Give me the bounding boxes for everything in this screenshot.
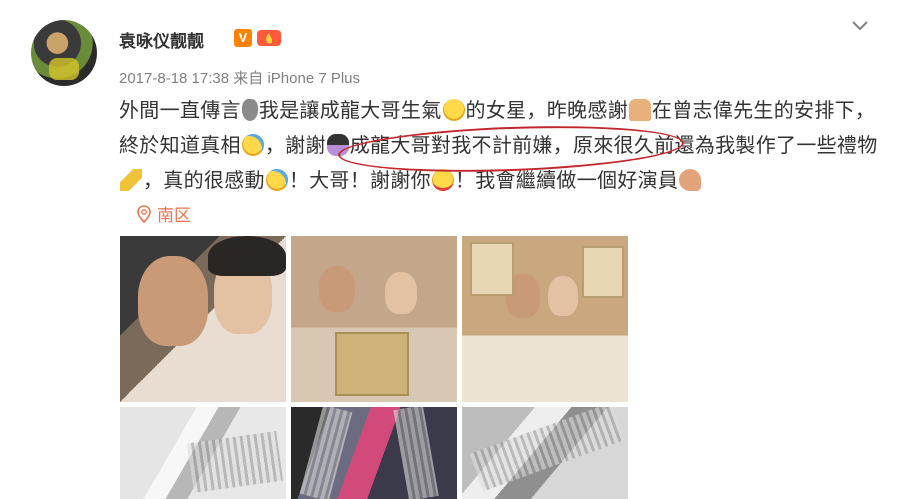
verified-v-icon: V: [234, 29, 252, 47]
speaking-head-icon: [241, 99, 258, 121]
text-segment: 外間一直傳言: [119, 100, 241, 122]
text-segment: 成龍大哥對我不計前嫌，原來很久前還為我製作了一些禮物: [349, 135, 878, 157]
text-segment: ！大哥！謝謝你: [288, 170, 431, 192]
location-pin-icon: [137, 204, 151, 223]
sad-tear-face-icon: [241, 134, 264, 156]
heart-eyes-icon: [431, 169, 454, 191]
princess-icon: [326, 134, 349, 156]
username[interactable]: 袁咏仪靓靓: [119, 27, 204, 52]
chevron-down-icon[interactable]: [850, 18, 870, 34]
sad-tear-face-icon: [265, 169, 288, 191]
photo-6[interactable]: [462, 407, 628, 499]
source-prefix: 来自: [233, 70, 264, 87]
fire-badge-icon: [257, 30, 281, 46]
post-source: iPhone 7 Plus: [267, 70, 361, 87]
photo-5[interactable]: [291, 407, 457, 499]
photo-1[interactable]: [120, 236, 286, 402]
post-meta: 2017-8-18 17:38 来自 iPhone 7 Plus: [119, 67, 360, 88]
folded-hands-icon: [628, 99, 651, 121]
angry-face-icon: [442, 99, 465, 121]
post-text: 外間一直傳言 我是讓成龍大哥生氣 的女星，昨晚感謝 在曾志偉先生的安排下，終於知道真相…: [119, 94, 879, 199]
user-avatar[interactable]: [31, 20, 97, 86]
location-tag[interactable]: 南区: [137, 201, 191, 226]
text-segment: 我是讓成龍大哥生氣: [258, 100, 442, 122]
text-segment: ，謝謝: [264, 135, 326, 157]
photo-2[interactable]: [291, 236, 457, 402]
post-timestamp[interactable]: 2017-8-18 17:38: [119, 70, 229, 87]
photo-3[interactable]: [462, 236, 628, 402]
location-label: 南区: [157, 206, 191, 225]
ruler-icon: [120, 169, 142, 191]
text-segment: ，真的很感動: [143, 170, 265, 192]
flexed-biceps-icon: [679, 169, 702, 191]
text-segment: ！我會繼續做一個好演員: [454, 170, 679, 192]
photo-4[interactable]: [120, 407, 286, 499]
text-segment: 的女星，昨晚感謝: [465, 100, 628, 122]
